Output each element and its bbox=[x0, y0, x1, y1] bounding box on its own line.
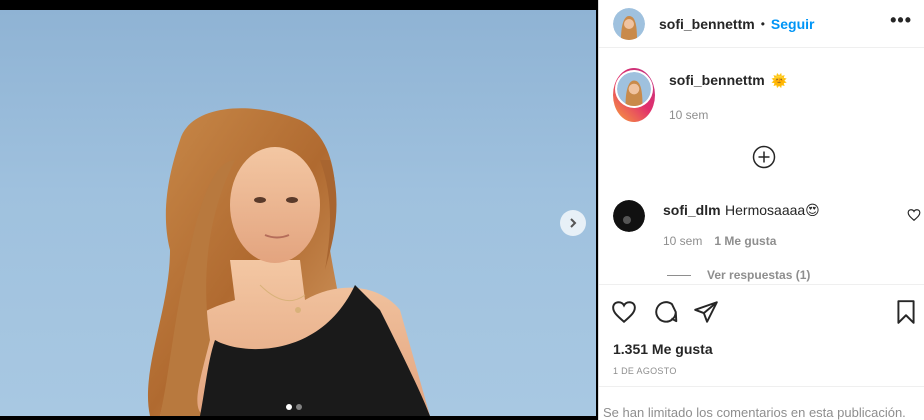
caption-username[interactable]: sofi_bennettm bbox=[669, 72, 765, 88]
caption-time: 10 sem bbox=[669, 108, 709, 122]
replies-divider bbox=[667, 274, 691, 276]
carousel-dot-1 bbox=[286, 404, 292, 410]
caption: sofi_bennettm 🌞 10 sem bbox=[613, 68, 787, 122]
carousel-indicator bbox=[286, 404, 302, 410]
share-icon[interactable] bbox=[693, 299, 719, 325]
view-replies-label: Ver respuestas (1) bbox=[707, 268, 811, 282]
view-replies-button[interactable]: Ver respuestas (1) bbox=[667, 268, 810, 282]
comment-text: Hermosaaaa😍 bbox=[725, 202, 820, 218]
carousel-dot-2 bbox=[296, 404, 302, 410]
comment-item: sofi_dlm Hermosaaaa😍 10 sem 1 Me gusta bbox=[613, 200, 921, 248]
comment-time: 10 sem bbox=[663, 234, 703, 248]
comment-likes[interactable]: 1 Me gusta bbox=[714, 234, 776, 248]
commenter-avatar[interactable] bbox=[613, 200, 645, 232]
bookmark-icon[interactable] bbox=[893, 299, 919, 325]
comments-limited-notice: Se han limitado los comentarios en esta … bbox=[599, 386, 924, 420]
comment-icon[interactable] bbox=[653, 299, 679, 325]
caption-avatar[interactable] bbox=[613, 68, 655, 122]
heart-icon[interactable] bbox=[611, 299, 637, 325]
post-media bbox=[0, 10, 596, 416]
post-header: sofi_bennettm • Seguir ••• bbox=[599, 0, 924, 48]
post-date: 1 de agosto bbox=[613, 366, 677, 376]
plus-circle-icon[interactable] bbox=[751, 144, 777, 170]
more-options-button[interactable]: ••• bbox=[890, 10, 912, 31]
action-bar bbox=[599, 284, 924, 340]
next-photo-button[interactable] bbox=[560, 210, 586, 236]
separator-dot: • bbox=[760, 16, 765, 31]
sun-emoji-icon: 🌞 bbox=[771, 73, 788, 88]
author-username[interactable]: sofi_bennettm bbox=[659, 16, 755, 32]
commenter-username[interactable]: sofi_dlm bbox=[663, 202, 721, 218]
heart-icon[interactable] bbox=[907, 208, 921, 222]
post-photo bbox=[147, 108, 430, 416]
likes-count[interactable]: 1.351 Me gusta bbox=[613, 341, 713, 357]
post-sidebar: sofi_bennettm • Seguir ••• sofi_bennettm… bbox=[598, 0, 924, 420]
author-avatar[interactable] bbox=[613, 7, 645, 40]
chevron-right-icon bbox=[570, 218, 577, 228]
follow-button[interactable]: Seguir bbox=[771, 16, 815, 32]
